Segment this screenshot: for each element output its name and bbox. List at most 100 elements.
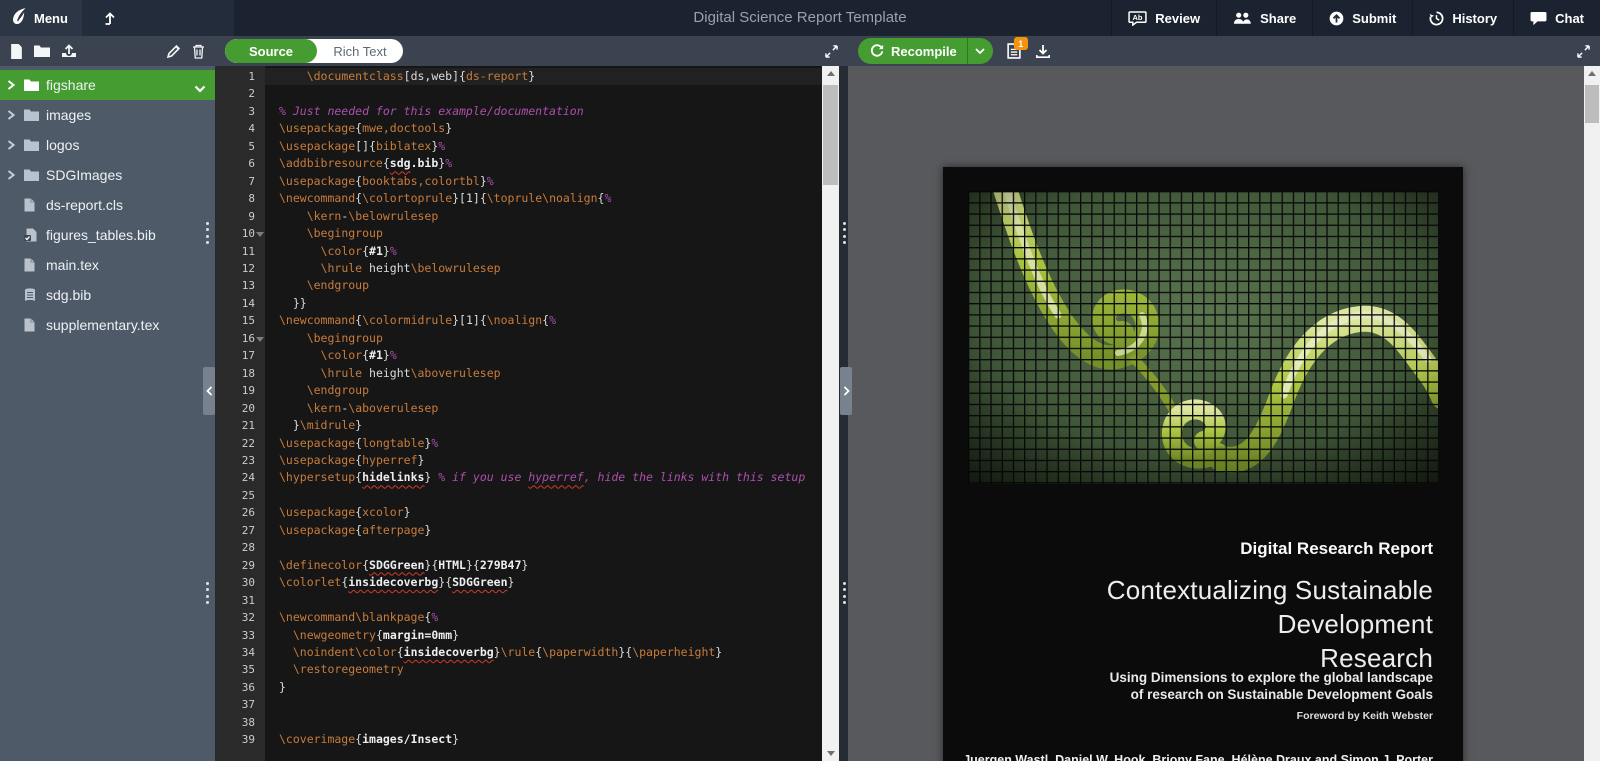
collapse-file-tree-button[interactable] <box>203 367 215 415</box>
code-line-22[interactable]: 22\usepackage{longtable}% <box>215 435 822 452</box>
history-button[interactable]: History <box>1412 0 1513 36</box>
line-number: 1 <box>215 68 265 85</box>
code-line-37[interactable]: 37 <box>215 696 822 713</box>
code-line-8[interactable]: 8\newcommand{\colortoprule}[1]{\toprule\… <box>215 190 822 207</box>
collapse-editor-button[interactable] <box>840 367 852 415</box>
code-line-5[interactable]: 5\usepackage[]{biblatex}% <box>215 138 822 155</box>
code-line-21[interactable]: 21 }\midrule} <box>215 417 822 434</box>
code-line-14[interactable]: 14 }} <box>215 295 822 312</box>
pdf-viewport[interactable]: Digital Research Report Contextualizing … <box>848 66 1584 761</box>
view-logs-button[interactable]: 1 <box>1007 43 1021 59</box>
code-line-3[interactable]: 3% Just needed for this example/document… <box>215 103 822 120</box>
code-line-16[interactable]: 16 \begingroup <box>215 330 822 347</box>
tab-rich-text[interactable]: Rich Text <box>317 39 403 63</box>
preview-scrollbar[interactable] <box>1584 66 1600 761</box>
code-line-13[interactable]: 13 \endgroup <box>215 277 822 294</box>
code-text: \newcommand{\colormidrule}[1]{\noalign{% <box>265 312 822 329</box>
code-line-38[interactable]: 38 <box>215 714 822 731</box>
code-line-15[interactable]: 15\newcommand{\colormidrule}[1]{\noalign… <box>215 312 822 329</box>
fold-marker-icon[interactable] <box>256 337 264 346</box>
editor-scrollbar[interactable] <box>822 66 839 761</box>
code-line-17[interactable]: 17 \color{#1}% <box>215 347 822 364</box>
chat-button[interactable]: Chat <box>1513 0 1600 36</box>
editor-pane-resize-handle[interactable] <box>843 582 847 604</box>
fold-marker-icon[interactable] <box>256 232 264 241</box>
code-line-33[interactable]: 33 \newgeometry{margin=0mm} <box>215 627 822 644</box>
code-text: \colorlet{insidecoverbg}{SDGGreen} <box>265 574 822 591</box>
tree-file-figures_tables.bib[interactable]: figures_tables.bib <box>0 220 215 250</box>
code-line-39[interactable]: 39\coverimage{images/Insect} <box>215 731 822 748</box>
tree-folder-SDGImages[interactable]: SDGImages <box>0 160 215 190</box>
code-line-10[interactable]: 10 \begingroup <box>215 225 822 242</box>
menu-button[interactable]: Menu <box>0 0 82 36</box>
recompile-button[interactable]: Recompile <box>858 38 967 64</box>
folder-actions-caret-icon[interactable] <box>194 80 206 96</box>
code-line-26[interactable]: 26\usepackage{xcolor} <box>215 504 822 521</box>
preview-scrollbar-thumb[interactable] <box>1585 85 1599 123</box>
code-text: }} <box>265 295 822 312</box>
code-line-11[interactable]: 11 \color{#1}% <box>215 243 822 260</box>
upload-file-button[interactable] <box>61 44 77 59</box>
chevron-right-icon[interactable] <box>7 80 24 90</box>
code-line-30[interactable]: 30\colorlet{insidecoverbg}{SDGGreen} <box>215 574 822 591</box>
left-pane-resize-handle[interactable] <box>206 582 210 604</box>
cover-subtitle: Using Dimensions to explore the global l… <box>1063 669 1433 703</box>
tree-file-sdg.bib[interactable]: sdg.bib <box>0 280 215 310</box>
review-button[interactable]: AbReview <box>1111 0 1216 36</box>
scroll-up-button[interactable] <box>822 66 839 79</box>
tree-file-ds-report.cls[interactable]: ds-report.cls <box>0 190 215 220</box>
code-editor[interactable]: 1 \documentclass[ds,web]{ds-report}2 3% … <box>215 66 822 761</box>
rename-button[interactable] <box>166 44 181 59</box>
chevron-right-icon[interactable] <box>7 110 24 120</box>
code-line-34[interactable]: 34 \noindent\color{insidecoverbg}\rule{\… <box>215 644 822 661</box>
code-line-29[interactable]: 29\definecolor{SDGGreen}{HTML}{279B47} <box>215 557 822 574</box>
code-line-7[interactable]: 7\usepackage{booktabs,colortbl}% <box>215 173 822 190</box>
download-pdf-button[interactable] <box>1035 44 1051 59</box>
code-line-20[interactable]: 20 \kern-\aboverulesep <box>215 400 822 417</box>
chevron-right-icon[interactable] <box>7 140 24 150</box>
tree-file-supplementary.tex[interactable]: supplementary.tex <box>0 310 215 340</box>
new-file-button[interactable] <box>10 44 23 59</box>
code-line-1[interactable]: 1 \documentclass[ds,web]{ds-report} <box>215 68 822 85</box>
new-folder-button[interactable] <box>34 45 50 58</box>
tree-folder-logos[interactable]: logos <box>0 130 215 160</box>
submit-icon <box>1329 11 1344 26</box>
editor-scrollbar-thumb[interactable] <box>823 85 838 185</box>
code-line-28[interactable]: 28 <box>215 539 822 556</box>
code-line-31[interactable]: 31 <box>215 592 822 609</box>
code-line-25[interactable]: 25 <box>215 487 822 504</box>
recompile-options-caret[interactable] <box>967 38 993 64</box>
publish-upload-button[interactable] <box>94 0 124 36</box>
code-line-36[interactable]: 36} <box>215 679 822 696</box>
submit-button[interactable]: Submit <box>1312 0 1412 36</box>
preview-fullscreen-icon[interactable] <box>1577 45 1590 58</box>
code-line-23[interactable]: 23\usepackage{hyperref} <box>215 452 822 469</box>
tab-source[interactable]: Source <box>225 39 317 63</box>
left-pane-resize-handle[interactable] <box>206 222 210 244</box>
code-line-18[interactable]: 18 \hrule height\aboverulesep <box>215 365 822 382</box>
code-line-35[interactable]: 35 \restoregeometry <box>215 661 822 678</box>
scroll-down-button[interactable] <box>822 748 839 761</box>
delete-button[interactable] <box>192 44 205 59</box>
code-line-12[interactable]: 12 \hrule height\belowrulesep <box>215 260 822 277</box>
line-number: 21 <box>215 417 265 434</box>
code-line-24[interactable]: 24\hypersetup{hidelinks} % if you use hy… <box>215 469 822 486</box>
code-line-9[interactable]: 9 \kern-\belowrulesep <box>215 208 822 225</box>
code-line-2[interactable]: 2 <box>215 85 822 102</box>
scroll-up-button[interactable] <box>1584 66 1600 79</box>
share-button[interactable]: Share <box>1216 0 1312 36</box>
code-line-19[interactable]: 19 \endgroup <box>215 382 822 399</box>
tree-file-main.tex[interactable]: main.tex <box>0 250 215 280</box>
tree-folder-images[interactable]: images <box>0 100 215 130</box>
code-line-6[interactable]: 6\addbibresource{sdg.bib}% <box>215 155 822 172</box>
code-line-32[interactable]: 32\newcommand\blankpage{% <box>215 609 822 626</box>
tree-folder-figshare[interactable]: figshare <box>0 70 215 100</box>
code-line-27[interactable]: 27\usepackage{afterpage} <box>215 522 822 539</box>
chevron-right-icon[interactable] <box>7 170 24 180</box>
code-text: \endgroup <box>265 382 822 399</box>
code-line-4[interactable]: 4\usepackage{mwe,doctools} <box>215 120 822 137</box>
editor-pane-resize-handle[interactable] <box>843 222 847 244</box>
line-number: 31 <box>215 592 265 609</box>
line-number: 14 <box>215 295 265 312</box>
editor-fullscreen-icon[interactable] <box>825 45 838 58</box>
